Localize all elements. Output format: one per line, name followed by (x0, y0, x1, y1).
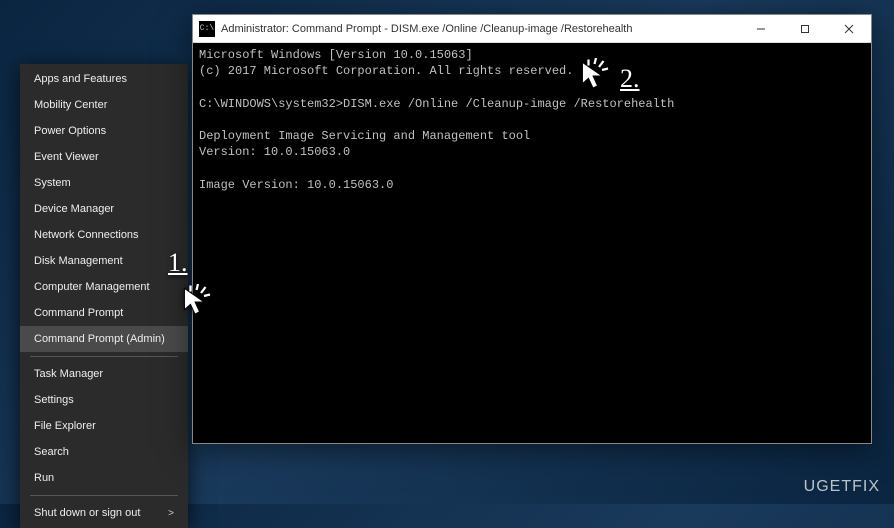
cmd-title: Administrator: Command Prompt - DISM.exe… (221, 23, 739, 35)
command-prompt-window: C:\ Administrator: Command Prompt - DISM… (192, 14, 872, 444)
cmd-titlebar[interactable]: C:\ Administrator: Command Prompt - DISM… (193, 15, 871, 43)
minimize-button[interactable] (739, 15, 783, 43)
winx-item-device-manager[interactable]: Device Manager (20, 196, 188, 222)
winx-item-mobility-center[interactable]: Mobility Center (20, 92, 188, 118)
winx-item-command-prompt[interactable]: Command Prompt (20, 300, 188, 326)
winx-item-computer-management[interactable]: Computer Management (20, 274, 188, 300)
menu-label: Shut down or sign out (34, 507, 140, 519)
chevron-right-icon: > (168, 508, 174, 519)
winx-menu: Apps and FeaturesMobility CenterPower Op… (20, 64, 188, 528)
cursor-icon (180, 284, 216, 320)
cmd-output[interactable]: Microsoft Windows [Version 10.0.15063] (… (193, 43, 871, 443)
annotation-1: 1. (168, 248, 188, 278)
winx-item-power-options[interactable]: Power Options (20, 118, 188, 144)
watermark: UGETFIX (804, 478, 880, 496)
winx-item-network-connections[interactable]: Network Connections (20, 222, 188, 248)
winx-item-system[interactable]: System (20, 170, 188, 196)
close-button[interactable] (827, 15, 871, 43)
winx-item-event-viewer[interactable]: Event Viewer (20, 144, 188, 170)
winx-item-command-prompt-admin[interactable]: Command Prompt (Admin) (20, 326, 188, 352)
cursor-icon (578, 58, 614, 94)
menu-separator (30, 495, 178, 496)
winx-item-apps-and-features[interactable]: Apps and Features (20, 66, 188, 92)
winx-item-file-explorer[interactable]: File Explorer (20, 413, 188, 439)
winx-item-search[interactable]: Search (20, 439, 188, 465)
annotation-2: 2. (620, 64, 640, 94)
cmd-icon: C:\ (199, 21, 215, 37)
winx-item-disk-management[interactable]: Disk Management (20, 248, 188, 274)
maximize-button[interactable] (783, 15, 827, 43)
winx-item-settings[interactable]: Settings (20, 387, 188, 413)
menu-separator (30, 356, 178, 357)
winx-item-run[interactable]: Run (20, 465, 188, 491)
winx-item-task-manager[interactable]: Task Manager (20, 361, 188, 387)
window-controls (739, 15, 871, 43)
